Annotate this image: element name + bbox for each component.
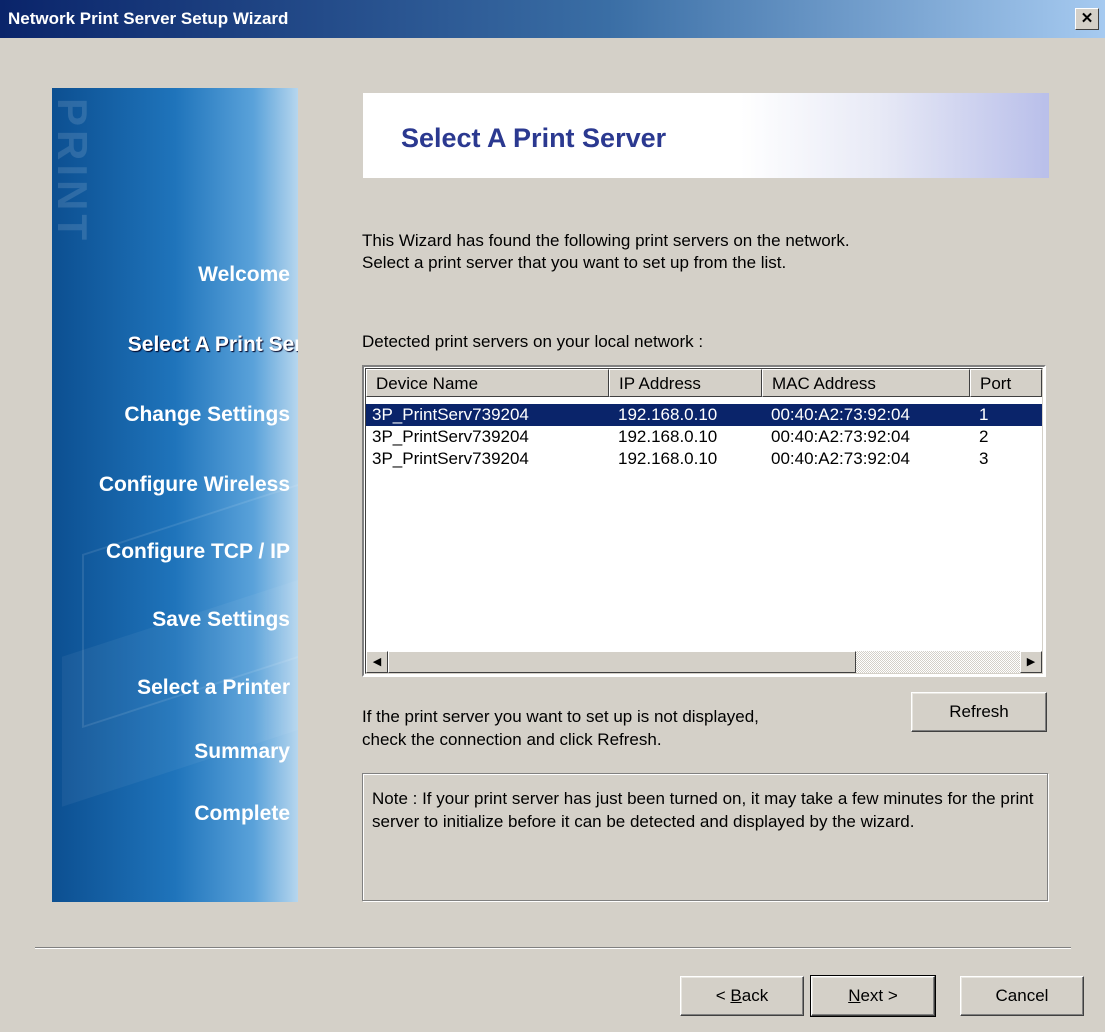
cell-mac-address: 00:40:A2:73:92:04 <box>771 427 910 446</box>
note-box: Note : If your print server has just bee… <box>362 773 1048 901</box>
page-title: Select A Print Server <box>401 123 667 153</box>
back-button[interactable]: < Back <box>680 976 804 1016</box>
cell-ip-address: 192.168.0.10 <box>618 427 718 446</box>
next-button-mnemonic: N <box>848 986 861 1005</box>
cell-mac-address: 00:40:A2:73:92:04 <box>771 449 910 468</box>
cancel-button[interactable]: Cancel <box>960 976 1084 1016</box>
column-header-ip-address[interactable]: IP Address <box>609 369 762 397</box>
step-configure-tcp-ip: Configure TCP / IP <box>106 540 290 563</box>
column-header-mac-address[interactable]: MAC Address <box>762 369 970 397</box>
wizard-steps: Welcome Select A Print Server Change Set… <box>52 88 298 902</box>
table-row[interactable]: 3P_PrintServ739204 192.168.0.10 00:40:A2… <box>366 404 1042 426</box>
cell-mac-address: 00:40:A2:73:92:04 <box>771 405 910 424</box>
cell-ip-address: 192.168.0.10 <box>618 449 718 468</box>
table-row[interactable]: 3P_PrintServ739204 192.168.0.10 00:40:A2… <box>366 426 1042 448</box>
page-header: Select A Print Server <box>363 93 1049 178</box>
horizontal-scrollbar[interactable]: ◀ ▶ <box>366 651 1042 673</box>
title-bar[interactable]: Network Print Server Setup Wizard ✕ <box>0 0 1105 38</box>
step-configure-wireless: Configure Wireless <box>98 473 290 496</box>
cell-device-name: 3P_PrintServ739204 <box>372 449 529 468</box>
list-header: Device Name IP Address MAC Address Port <box>366 369 1042 399</box>
step-complete: Complete <box>194 802 290 825</box>
scroll-right-icon[interactable]: ▶ <box>1020 651 1042 673</box>
step-select-print-server: Select A Print Server <box>127 333 298 356</box>
close-icon[interactable]: ✕ <box>1075 8 1099 30</box>
intro-text-line-1: This Wizard has found the following prin… <box>362 231 850 250</box>
cell-device-name: 3P_PrintServ739204 <box>372 427 529 446</box>
refresh-button[interactable]: Refresh <box>911 692 1047 732</box>
cell-port: 3 <box>979 449 989 468</box>
column-header-port[interactable]: Port <box>970 369 1042 397</box>
note-text: Note : If your print server has just bee… <box>372 789 1034 831</box>
window-title: Network Print Server Setup Wizard <box>8 9 289 28</box>
cell-device-name: 3P_PrintServ739204 <box>372 405 529 424</box>
refresh-hint-line-2: check the connection and click Refresh. <box>362 730 662 749</box>
next-button[interactable]: Next > <box>810 975 936 1017</box>
back-button-rest: ack <box>741 986 769 1005</box>
print-server-list[interactable]: Device Name IP Address MAC Address Port … <box>362 365 1046 677</box>
step-summary: Summary <box>194 740 290 763</box>
cell-port: 1 <box>979 405 989 424</box>
back-button-prefix: < <box>715 986 731 1005</box>
footer-separator <box>35 947 1071 949</box>
step-select-printer: Select a Printer <box>137 676 290 699</box>
intro-text-line-2: Select a print server that you want to s… <box>362 253 787 272</box>
step-save-settings: Save Settings <box>152 608 290 631</box>
refresh-hint-line-1: If the print server you want to set up i… <box>362 707 759 726</box>
cell-ip-address: 192.168.0.10 <box>618 405 718 424</box>
scroll-thumb[interactable] <box>388 651 856 673</box>
cell-port: 2 <box>979 427 989 446</box>
scroll-left-icon[interactable]: ◀ <box>366 651 388 673</box>
column-header-device-name[interactable]: Device Name <box>366 369 609 397</box>
next-button-rest: ext > <box>860 986 898 1005</box>
step-change-settings: Change Settings <box>124 403 290 426</box>
list-label: Detected print servers on your local net… <box>362 332 704 351</box>
step-welcome: Welcome <box>198 263 290 286</box>
wizard-sidebar: PRINT Welcome Select A Print Server Chan… <box>52 88 298 902</box>
table-row[interactable]: 3P_PrintServ739204 192.168.0.10 00:40:A2… <box>366 448 1042 470</box>
back-button-mnemonic: B <box>730 986 742 1005</box>
